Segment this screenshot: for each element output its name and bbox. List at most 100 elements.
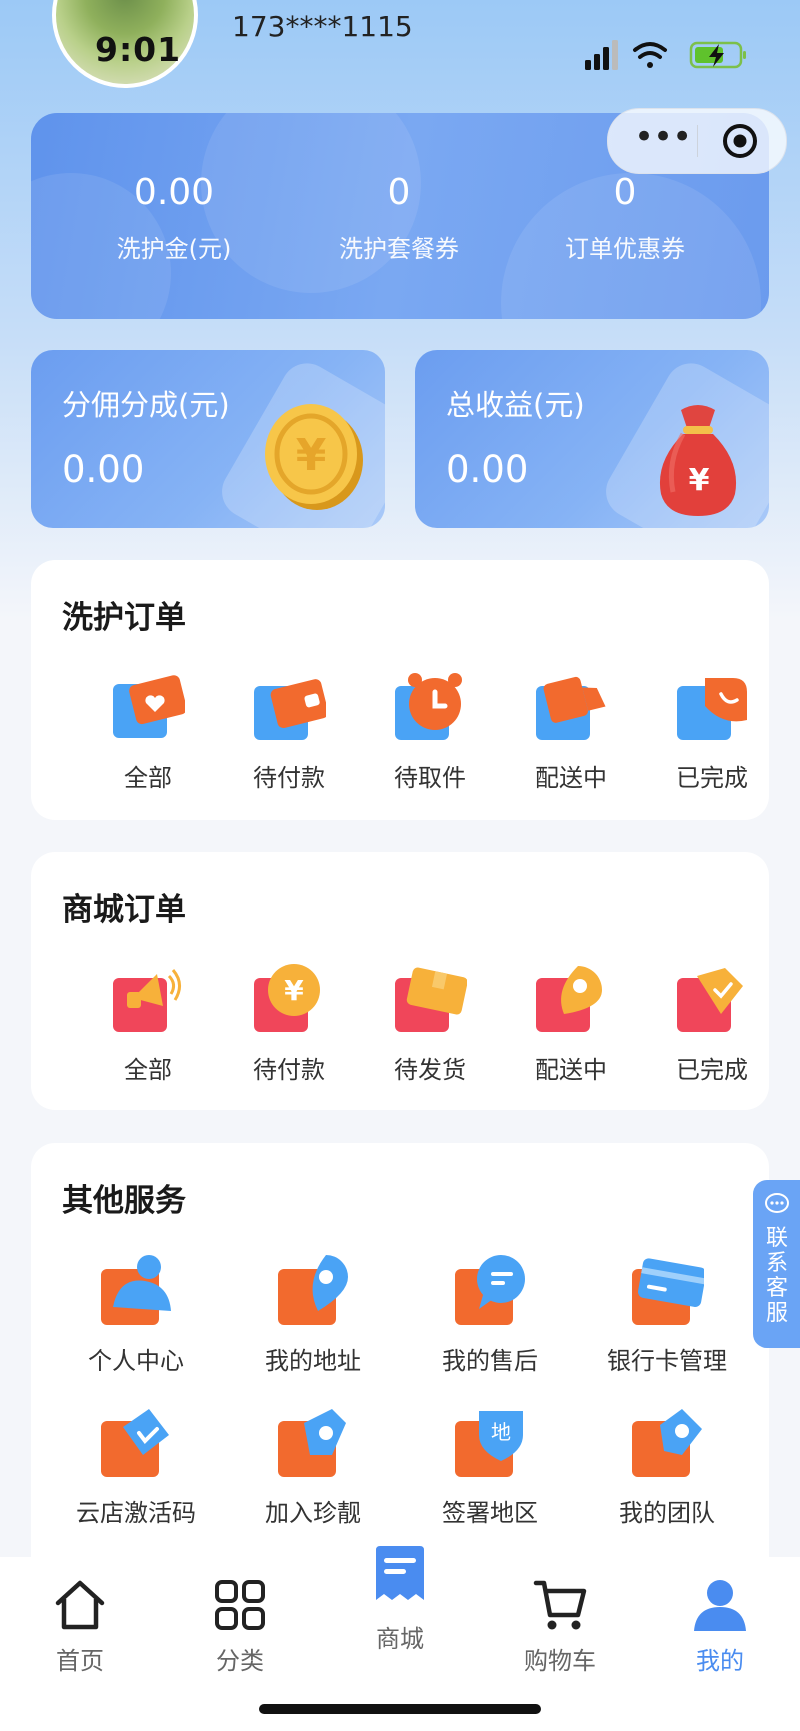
mall-orders-section: 商城订单 全部 ¥ 待付款 待发货 配送中 已完成 [31,852,769,1110]
signal-icon [585,40,618,70]
money-bag-icon: ¥ [659,405,737,516]
total-earnings-label: 总收益(元) [446,388,585,422]
service-my-team[interactable]: 我的团队 [592,1405,742,1528]
gold-coin-icon: ¥ [265,404,363,510]
wash-orders-section: 洗护订单 全部 待付款 待取件 配送中 已完成 [31,560,769,820]
mall-order-awaiting-shipment[interactable]: 待发货 [360,962,500,1085]
wallet-heart-icon [113,675,187,738]
wash-order-completed[interactable]: 已完成 [642,670,782,793]
commission-card[interactable]: 分佣分成(元) 0.00 ¥ [31,350,385,528]
other-services-section: 其他服务 个人中心 我的地址 我的售后 银行卡管理 云店激活码 加入珍靓 地 签… [31,1143,769,1583]
item-label: 待取件 [394,764,466,792]
chat-bubble-icon [455,1255,525,1325]
stat-wash-package-coupons[interactable]: 0 洗护套餐券 [299,171,499,264]
tab-cart[interactable]: 购物车 [480,1557,640,1676]
person-icon [101,1255,171,1325]
svg-text:¥: ¥ [284,974,304,1007]
wash-order-awaiting-pickup[interactable]: 待取件 [360,670,500,793]
alarm-clock-icon [395,673,462,740]
service-after-sales[interactable]: 我的售后 [415,1253,565,1376]
phone-number: 173****1115 [232,10,413,43]
stat-value: 0 [613,172,637,213]
region-glyph: 地 [491,1420,511,1444]
contact-support-button[interactable]: 联系客服 [753,1180,800,1348]
tab-mall[interactable]: 商城 [320,1546,480,1654]
svg-text:¥: ¥ [689,463,710,498]
region-shield-icon: 地 [455,1411,523,1477]
complete-icon [677,678,747,740]
item-label: 云店激活码 [76,1499,196,1527]
service-personal-center[interactable]: 个人中心 [61,1253,211,1376]
location-pin-icon [536,966,602,1032]
delivery-truck-icon [536,676,606,740]
stat-label: 洗护金(元) [116,235,232,263]
item-label: 银行卡管理 [607,1347,727,1375]
wallet-icon [254,679,329,740]
chat-icon [764,1193,789,1213]
mall-order-all[interactable]: 全部 [78,962,218,1085]
wifi-icon [633,42,667,68]
service-my-address[interactable]: 我的地址 [238,1253,388,1376]
item-label: 我的地址 [265,1347,361,1375]
tab-label: 分类 [216,1647,264,1675]
join-tag-icon [278,1409,346,1477]
mall-order-completed[interactable]: 已完成 [642,962,782,1085]
tab-home[interactable]: 首页 [0,1557,160,1676]
stat-value: 0 [387,172,411,213]
item-label: 全部 [124,1056,172,1084]
item-label: 待付款 [253,1056,325,1084]
item-label: 个人中心 [88,1347,184,1375]
shield-check-icon [677,968,743,1032]
stat-wash-balance[interactable]: 0.00 洗护金(元) [74,171,274,264]
item-label: 我的售后 [442,1347,538,1375]
service-join-zhenliang[interactable]: 加入珍靓 [238,1405,388,1528]
home-indicator [259,1704,541,1714]
map-pin-icon [278,1255,348,1325]
miniprogram-capsule: ••• [607,108,787,174]
mall-receipt-icon [376,1546,424,1600]
item-label: 已完成 [676,764,748,792]
close-target-icon[interactable] [721,122,759,160]
tab-label: 购物车 [524,1647,596,1675]
tab-profile[interactable]: 我的 [640,1557,800,1676]
wash-order-pending-payment[interactable]: 待付款 [219,670,359,793]
svg-text:¥: ¥ [296,430,327,481]
contact-support-label: 联系客服 [765,1226,788,1326]
status-icons [585,40,746,70]
item-label: 签署地区 [442,1499,538,1527]
commission-label: 分佣分成(元) [62,388,230,422]
megaphone-icon [113,969,181,1032]
total-earnings-card[interactable]: 总收益(元) 0.00 ¥ [415,350,769,528]
bank-card-icon [632,1258,707,1325]
wash-order-all[interactable]: 全部 [78,670,218,793]
section-title: 商城订单 [62,892,186,928]
wash-order-delivering[interactable]: 配送中 [501,670,641,793]
more-icon[interactable]: ••• [634,120,692,154]
item-label: 已完成 [676,1056,748,1084]
item-label: 配送中 [535,764,607,792]
section-title: 其他服务 [62,1183,186,1219]
battery-icon [689,41,746,69]
capsule-divider [697,125,698,157]
mall-order-pending-payment[interactable]: ¥ 待付款 [219,962,359,1085]
service-bank-cards[interactable]: 银行卡管理 [592,1253,742,1376]
item-label: 配送中 [535,1056,607,1084]
item-label: 待付款 [253,764,325,792]
mall-order-delivering[interactable]: 配送中 [501,962,641,1085]
item-label: 加入珍靓 [265,1499,361,1527]
item-label: 我的团队 [619,1499,715,1527]
service-signed-region[interactable]: 地 签署地区 [415,1405,565,1528]
service-cloud-store-code[interactable]: 云店激活码 [61,1405,211,1528]
stat-value: 0.00 [133,172,215,213]
stat-label: 订单优惠券 [565,235,685,263]
status-time: 9:01 [95,30,182,69]
tab-category[interactable]: 分类 [160,1557,320,1676]
yen-coin-icon: ¥ [254,964,320,1032]
shopping-cart-icon [533,1580,587,1630]
total-earnings-value: 0.00 [446,448,529,491]
tab-label: 我的 [696,1647,744,1675]
stat-order-coupons[interactable]: 0 订单优惠券 [525,171,725,264]
activation-tag-icon [101,1409,169,1477]
item-label: 全部 [124,764,172,792]
package-icon [395,967,468,1032]
